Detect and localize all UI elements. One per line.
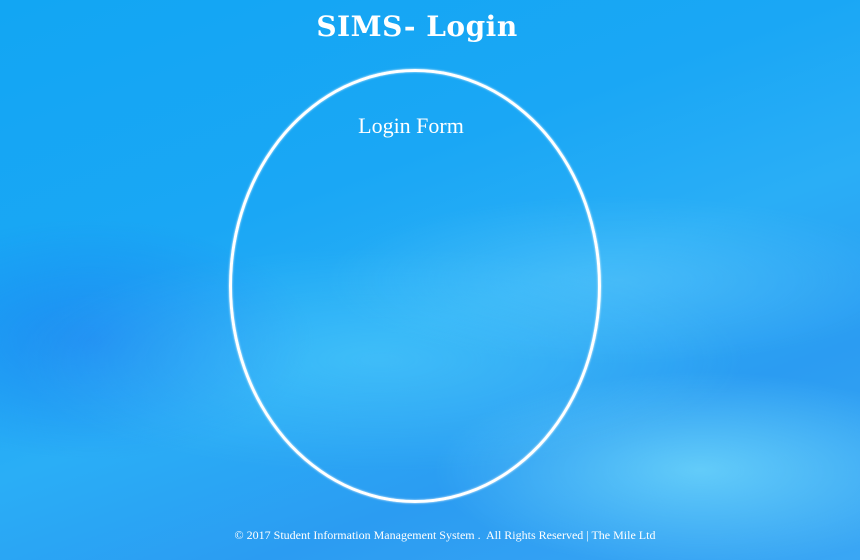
footer-copyright: © 2017 Student Information Management Sy… xyxy=(234,528,656,542)
login-form-title: Login Form xyxy=(358,113,464,138)
page-title: SIMS- Login xyxy=(316,10,518,43)
